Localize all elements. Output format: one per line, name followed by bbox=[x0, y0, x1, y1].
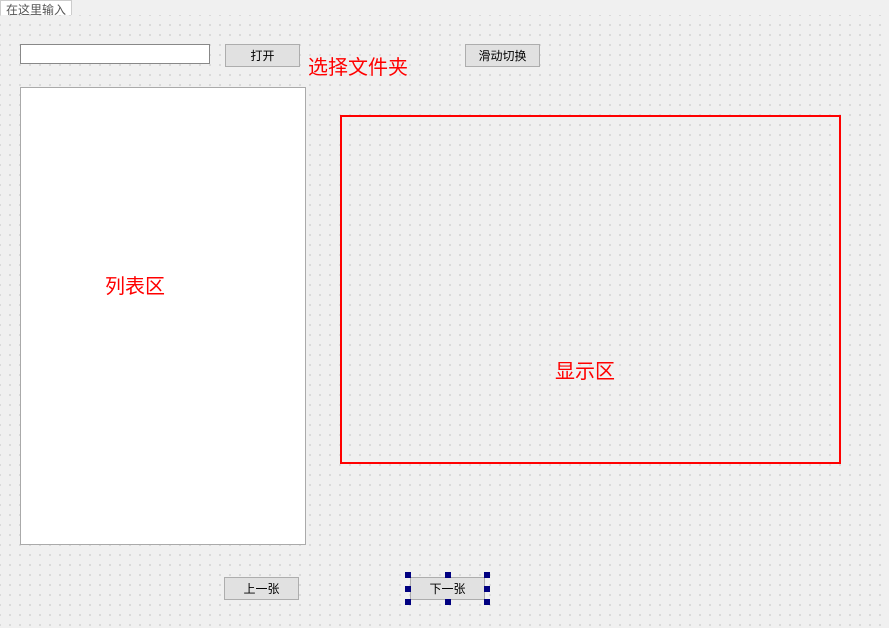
prev-button[interactable]: 上一张 bbox=[224, 577, 299, 600]
list-area-panel[interactable] bbox=[20, 87, 306, 545]
path-input[interactable] bbox=[20, 44, 210, 64]
next-button[interactable]: 下一张 bbox=[410, 577, 485, 600]
list-area-label: 列表区 bbox=[105, 270, 165, 299]
tab-container: 在这里输入 bbox=[0, 0, 889, 15]
design-surface[interactable]: 打开 选择文件夹 滑动切换 列表区 显示区 上一张 下一张 bbox=[0, 15, 889, 628]
display-area-label: 显示区 bbox=[555, 355, 615, 384]
select-folder-label: 选择文件夹 bbox=[308, 51, 408, 80]
switch-button[interactable]: 滑动切换 bbox=[465, 44, 540, 67]
display-area-panel[interactable] bbox=[340, 115, 841, 464]
open-button[interactable]: 打开 bbox=[225, 44, 300, 67]
